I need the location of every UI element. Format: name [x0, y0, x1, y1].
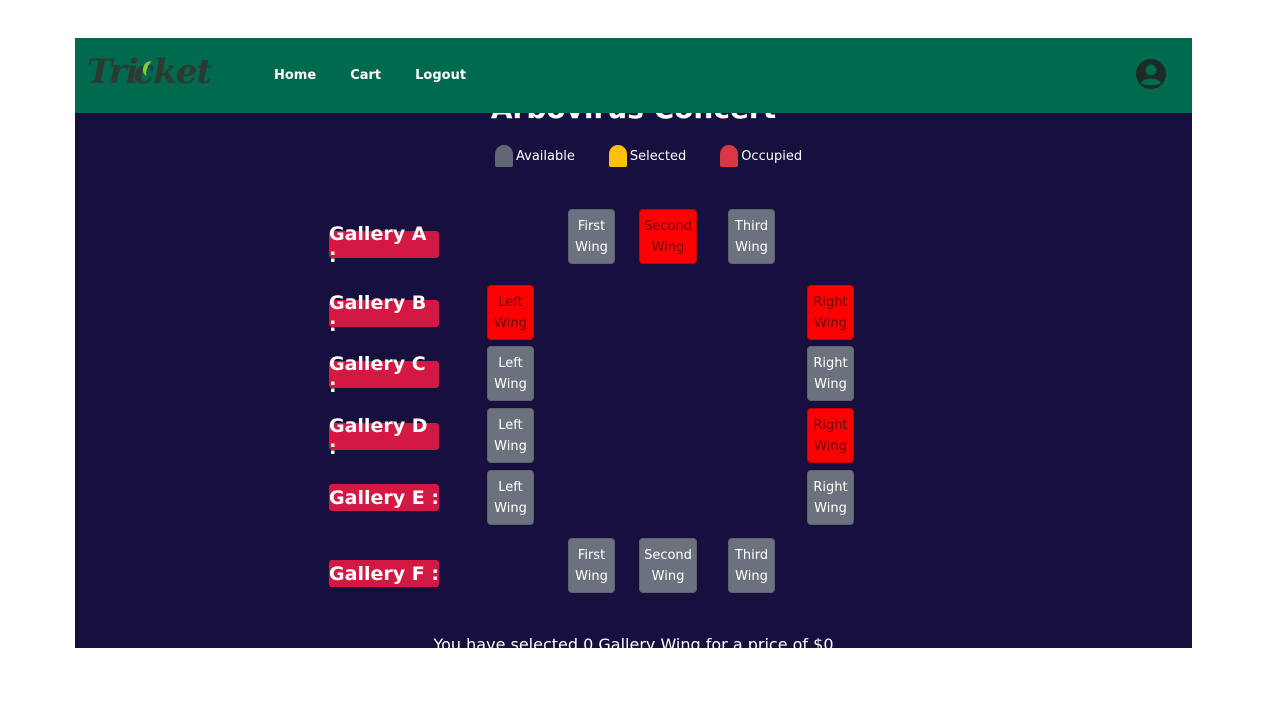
seat-line: Second — [644, 547, 692, 563]
seat-line: First — [577, 218, 606, 234]
seat-line: Wing — [735, 568, 768, 584]
seat-line: Wing — [494, 500, 527, 516]
gallery-f-third-wing-seat[interactable]: Third Wing — [728, 538, 775, 593]
seat-line: Wing — [494, 438, 527, 454]
gallery-a-third-wing-seat[interactable]: Third Wing — [728, 209, 775, 264]
gallery-d-left-wing-seat[interactable]: Left Wing — [487, 408, 534, 463]
seat-line: Third — [734, 547, 769, 563]
gallery-b-left-wing-seat[interactable]: Left Wing — [487, 285, 534, 340]
user-avatar-icon[interactable] — [1135, 58, 1167, 90]
seat-line: Right — [813, 294, 848, 310]
seat-line: Wing — [575, 568, 608, 584]
seat-line: Wing — [814, 500, 847, 516]
selection-summary: You have selected 0 Gallery Wing for a p… — [433, 635, 834, 648]
gallery-f-second-wing-seat[interactable]: Second Wing — [639, 538, 697, 593]
seat-line: Left — [498, 479, 523, 495]
gallery-c-right-wing-seat[interactable]: Right Wing — [807, 346, 854, 401]
seat-line: Wing — [814, 376, 847, 392]
nav-logout-link[interactable]: Logout — [415, 68, 466, 83]
logo-text-left: Tri — [87, 52, 139, 92]
gallery-b-right-wing-seat[interactable]: Right Wing — [807, 285, 854, 340]
seat-line: Third — [734, 218, 769, 234]
seat-line: Wing — [575, 239, 608, 255]
seat-line: Wing — [651, 568, 685, 584]
gallery-b-label: Gallery B : — [329, 292, 439, 336]
main-nav: Home Cart Logout — [274, 68, 500, 83]
seat-line: Wing — [494, 376, 527, 392]
seat-line: Second — [644, 218, 692, 234]
seat-line: Left — [498, 417, 523, 433]
available-seat-icon — [495, 145, 513, 167]
top-navbar: Tri cket Home Cart Logout — [75, 38, 1192, 113]
gallery-c-label: Gallery C : — [329, 353, 439, 397]
gallery-e-left-wing-seat[interactable]: Left Wing — [487, 470, 534, 525]
seat-line: Right — [813, 479, 848, 495]
gallery-e-right-wing-seat[interactable]: Right Wing — [807, 470, 854, 525]
legend-selected: Selected — [608, 145, 687, 167]
gallery-f-first-wing-seat[interactable]: First Wing — [568, 538, 615, 593]
seat-legend: Available Selected Occupied — [495, 145, 836, 167]
gallery-d-right-wing-seat[interactable]: Right Wing — [807, 408, 854, 463]
app-frame: Arbovirus Concert Available Selected Occ… — [75, 38, 1192, 648]
legend-label: Available — [516, 148, 575, 164]
seat-line: Wing — [651, 239, 685, 255]
nav-home-link[interactable]: Home — [274, 68, 316, 83]
seat-line: Right — [813, 355, 848, 371]
occupied-seat-icon — [720, 145, 739, 167]
seat-line: Wing — [814, 438, 847, 454]
gallery-e-label: Gallery E : — [329, 484, 439, 511]
gallery-a-first-wing-seat[interactable]: First Wing — [568, 209, 615, 264]
seat-line: Right — [813, 417, 848, 433]
seat-line: First — [577, 547, 606, 563]
gallery-d-label: Gallery D : — [329, 415, 439, 459]
gallery-a-label: Gallery A : — [329, 223, 439, 267]
seat-line: Wing — [735, 239, 768, 255]
gallery-f-label: Gallery F : — [329, 560, 439, 587]
seat-line: Left — [498, 355, 523, 371]
selected-seat-icon — [608, 145, 627, 167]
legend-label: Selected — [629, 148, 687, 164]
seat-line: Wing — [494, 315, 527, 331]
nav-cart-link[interactable]: Cart — [350, 68, 381, 83]
gallery-a-second-wing-seat[interactable]: Second Wing — [639, 209, 697, 264]
legend-available: Available — [495, 145, 575, 167]
brand-logo[interactable]: Tri cket — [87, 50, 212, 94]
seat-line: Wing — [814, 315, 847, 331]
seat-line: Left — [498, 294, 523, 310]
gallery-c-left-wing-seat[interactable]: Left Wing — [487, 346, 534, 401]
legend-label: Occupied — [741, 148, 803, 164]
legend-occupied: Occupied — [720, 145, 802, 167]
